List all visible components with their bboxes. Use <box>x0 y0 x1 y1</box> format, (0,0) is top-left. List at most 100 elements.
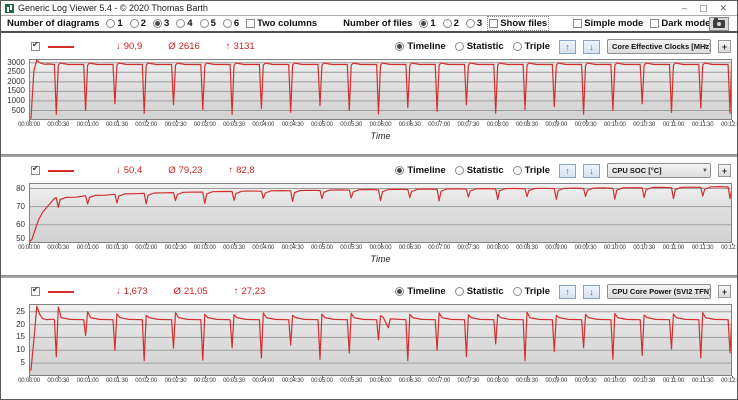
y-axis-tick-label: 2000 <box>7 76 25 86</box>
x-axis-tick-label: 00:11:30 <box>692 245 714 251</box>
checkbox-icon[interactable] <box>246 19 256 28</box>
checkbox-icon[interactable] <box>489 19 499 28</box>
metric-select[interactable]: Core Effective Clocks [MHz] ▼ <box>607 39 711 54</box>
add-series-button[interactable]: + <box>718 40 731 53</box>
radio-icon[interactable] <box>395 166 405 175</box>
files-option-2[interactable]: 2 <box>442 18 459 29</box>
simple-mode-checkbox[interactable]: Simple mode <box>573 18 643 29</box>
radio-icon[interactable] <box>454 287 464 296</box>
x-axis-tick-label: 00:11:00 <box>662 122 685 128</box>
x-axis-tick-label: 00:06:00 <box>369 122 392 128</box>
maximize-button[interactable]: ▢ <box>699 3 708 13</box>
triple-radio[interactable]: Triple <box>512 165 550 176</box>
two-columns-checkbox[interactable]: Two columns <box>246 18 317 29</box>
add-series-button[interactable]: + <box>718 285 731 298</box>
line-chart[interactable] <box>29 183 732 243</box>
metric-select[interactable]: CPU Core Power (SVI2 TFN) [W]▼ <box>607 284 711 299</box>
diagrams-option-2[interactable]: 2 <box>129 18 146 29</box>
metric-down-button[interactable]: ↓ <box>583 163 600 178</box>
x-axis-tick-label: 00:11:00 <box>662 378 685 384</box>
x-axis-tick-label: 00:01:00 <box>76 245 99 251</box>
dark-mode-checkbox[interactable]: Dark mode <box>650 18 710 29</box>
line-chart[interactable] <box>29 59 732 120</box>
y-axis-tick-label: 3000 <box>7 57 25 67</box>
x-axis-tick-label: 00:09:00 <box>545 378 568 384</box>
radio-icon[interactable] <box>465 19 475 28</box>
metric-down-button[interactable]: ↓ <box>583 284 600 299</box>
radio-icon[interactable] <box>419 19 429 28</box>
min-arrow-icon: ↓ <box>116 165 121 176</box>
radio-icon[interactable] <box>129 19 139 28</box>
x-axis-labels: 00:00:00 00:00:30 00:01:00 00:01:30 00:02:00… <box>18 376 737 386</box>
radio-icon[interactable] <box>454 166 464 175</box>
radio-icon[interactable] <box>442 19 452 28</box>
statistic-radio[interactable]: Statistic <box>454 286 504 297</box>
min-arrow-icon: ↓ <box>116 41 121 52</box>
metric-down-button[interactable]: ↓ <box>583 39 600 54</box>
series-stats: ↓ 50,4 Ø 79,23 ↑ 82,8 <box>116 165 255 176</box>
metric-up-button[interactable]: ↑ <box>559 284 576 299</box>
radio-icon[interactable] <box>512 166 522 175</box>
timeline-radio[interactable]: Timeline <box>395 41 446 52</box>
x-axis-tick-label: 00:04:30 <box>281 122 304 128</box>
x-axis-tick-label: 00:03:00 <box>193 122 216 128</box>
radio-icon[interactable] <box>395 42 405 51</box>
x-axis-tick-label: 00:02:30 <box>164 378 187 384</box>
avg-value: 21,05 <box>183 286 208 297</box>
avg-symbol-icon: Ø <box>168 41 176 52</box>
x-axis-tick-label: 00:07:00 <box>428 378 450 384</box>
series-visible-checkbox[interactable] <box>31 165 40 175</box>
chart-panel-core-clocks: ↓90,9 Ø2616 ↑3131 Timeline Statistic Tri… <box>1 33 737 154</box>
x-axis-title: Time <box>370 131 391 141</box>
radio-icon[interactable] <box>152 19 162 28</box>
files-option-1[interactable]: 1 <box>419 18 436 29</box>
series-stats: ↓ 90,9 Ø 2616 ↑ 3131 <box>116 41 255 52</box>
show-files-checkbox[interactable]: Show files <box>487 16 550 31</box>
metric-up-button[interactable]: ↑ <box>559 39 576 54</box>
x-axis-tick-label: 00:08:00 <box>486 122 509 128</box>
series-visible-checkbox[interactable] <box>31 41 40 51</box>
x-axis-tick-label: 00:08:30 <box>516 378 538 384</box>
x-axis-tick-label: 00:07:30 <box>457 245 480 251</box>
radio-icon[interactable] <box>222 19 232 28</box>
minimize-button[interactable]: – <box>682 3 687 13</box>
y-axis-tick-label: 10 <box>16 345 25 355</box>
diagrams-option-3[interactable]: 3 <box>152 18 169 29</box>
plot-area[interactable]: 500 1000 1500 2000 2500 3000 <box>7 58 732 120</box>
diagrams-option-4[interactable]: 4 <box>176 18 193 29</box>
radio-icon[interactable] <box>454 42 464 51</box>
screenshot-button[interactable] <box>709 16 730 31</box>
statistic-radio[interactable]: Statistic <box>454 165 504 176</box>
x-axis-tick-label: 00:10:30 <box>633 122 655 128</box>
diagrams-option-6[interactable]: 6 <box>222 18 239 29</box>
radio-icon[interactable] <box>176 19 186 28</box>
metric-up-button[interactable]: ↑ <box>559 163 576 178</box>
checkbox-icon[interactable] <box>573 19 583 28</box>
plot-area[interactable]: 5 10 15 20 25 <box>16 304 732 376</box>
close-button[interactable]: ✕ <box>719 3 727 13</box>
timeline-radio[interactable]: Timeline <box>395 165 446 176</box>
plot-area[interactable]: 50 60 70 80 <box>16 183 732 243</box>
radio-icon[interactable] <box>512 42 522 51</box>
x-axis-tick-label: 00:08:30 <box>516 245 538 251</box>
files-option-3[interactable]: 3 <box>465 18 482 29</box>
radio-icon[interactable] <box>199 19 209 28</box>
statistic-radio[interactable]: Statistic <box>454 41 504 52</box>
x-axis-tick-label: 00:01:30 <box>106 245 128 251</box>
radio-icon[interactable] <box>106 19 116 28</box>
line-chart[interactable] <box>29 304 732 376</box>
triple-radio[interactable]: Triple <box>512 41 550 52</box>
diagrams-option-5[interactable]: 5 <box>199 18 216 29</box>
series-visible-checkbox[interactable] <box>31 286 40 296</box>
x-axis-tick-label: 00:02:00 <box>135 378 158 384</box>
add-series-button[interactable]: + <box>718 164 731 177</box>
x-axis-tick-label: 00:12:00 <box>721 378 737 384</box>
y-axis-tick-label: 25 <box>16 306 25 316</box>
diagrams-option-1[interactable]: 1 <box>106 18 123 29</box>
triple-radio[interactable]: Triple <box>512 286 550 297</box>
metric-select[interactable]: CPU SOC [°C] ▼ <box>607 163 711 178</box>
radio-icon[interactable] <box>512 287 522 296</box>
radio-icon[interactable] <box>395 287 405 296</box>
timeline-radio[interactable]: Timeline <box>395 286 446 297</box>
checkbox-icon[interactable] <box>650 19 660 28</box>
